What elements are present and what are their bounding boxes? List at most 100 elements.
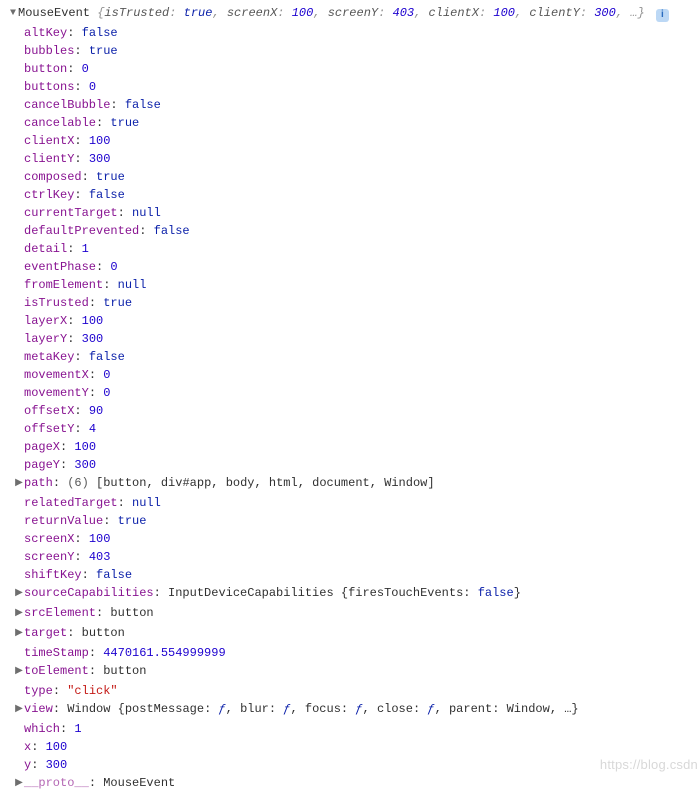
caps-class: InputDeviceCapabilities bbox=[168, 586, 341, 600]
property-row[interactable]: ▶sourceCapabilities: InputDeviceCapabili… bbox=[0, 584, 698, 604]
property-value: false bbox=[82, 26, 118, 40]
path-item: button bbox=[103, 476, 146, 490]
property-value: 100 bbox=[46, 740, 68, 754]
property-key: clientY bbox=[24, 152, 74, 166]
property-row: offsetX: 90 bbox=[0, 402, 698, 420]
property-row: clientX: 100 bbox=[0, 132, 698, 150]
expand-arrow-right-icon[interactable]: ▶ bbox=[14, 775, 24, 793]
property-key: isTrusted bbox=[24, 296, 89, 310]
property-key: pageX bbox=[24, 440, 60, 454]
property-key: which bbox=[24, 722, 60, 736]
property-row: currentTarget: null bbox=[0, 204, 698, 222]
property-key: cancelBubble bbox=[24, 98, 110, 112]
property-row: cancelable: true bbox=[0, 114, 698, 132]
property-row: bubbles: true bbox=[0, 42, 698, 60]
property-value: false bbox=[125, 98, 161, 112]
property-row: pageY: 300 bbox=[0, 456, 698, 474]
property-row[interactable]: ▶view: Window {postMessage: ƒ, blur: ƒ, … bbox=[0, 700, 698, 720]
property-row: relatedTarget: null bbox=[0, 494, 698, 512]
property-value: 300 bbox=[46, 758, 68, 772]
property-row: eventPhase: 0 bbox=[0, 258, 698, 276]
property-value: button bbox=[82, 626, 125, 640]
property-row[interactable]: ▶toElement: button bbox=[0, 662, 698, 682]
property-value: 300 bbox=[82, 332, 104, 346]
expand-arrow-right-icon[interactable]: ▶ bbox=[14, 663, 24, 681]
path-item: document bbox=[312, 476, 370, 490]
property-key: composed bbox=[24, 170, 82, 184]
property-key: layerX bbox=[24, 314, 67, 328]
property-key: eventPhase bbox=[24, 260, 96, 274]
property-value: 0 bbox=[103, 368, 110, 382]
property-key: movementY bbox=[24, 386, 89, 400]
summary-key: screenX bbox=[227, 6, 277, 20]
property-value: true bbox=[96, 170, 125, 184]
property-value: 300 bbox=[74, 458, 96, 472]
property-row: defaultPrevented: false bbox=[0, 222, 698, 240]
property-key: screenX bbox=[24, 532, 74, 546]
property-row: returnValue: true bbox=[0, 512, 698, 530]
property-key: toElement bbox=[24, 664, 89, 678]
summary-value: true bbox=[184, 6, 213, 20]
array-count: (6) bbox=[67, 476, 96, 490]
summary-key: screenY bbox=[328, 6, 378, 20]
property-row[interactable]: ▶path: (6) [button, div#app, body, html,… bbox=[0, 474, 698, 494]
property-key: shiftKey bbox=[24, 568, 82, 582]
object-header[interactable]: ▼MouseEvent {isTrusted: true, screenX: 1… bbox=[0, 4, 698, 24]
expand-arrow-right-icon[interactable]: ▶ bbox=[14, 605, 24, 623]
property-value: button bbox=[103, 664, 146, 678]
property-row: offsetY: 4 bbox=[0, 420, 698, 438]
property-key: button bbox=[24, 62, 67, 76]
console-object-dump: ▼MouseEvent {isTrusted: true, screenX: 1… bbox=[0, 0, 698, 800]
property-key: buttons bbox=[24, 80, 74, 94]
property-value: 100 bbox=[74, 440, 96, 454]
property-row: which: 1 bbox=[0, 720, 698, 738]
property-value: true bbox=[118, 514, 147, 528]
expand-arrow-down-icon[interactable]: ▼ bbox=[8, 5, 18, 23]
property-value: false bbox=[89, 188, 125, 202]
property-key: offsetX bbox=[24, 404, 74, 418]
property-row[interactable]: ▶__proto__: MouseEvent bbox=[0, 774, 698, 794]
property-row: altKey: false bbox=[0, 24, 698, 42]
property-value: null bbox=[132, 496, 161, 510]
property-value: null bbox=[118, 278, 147, 292]
property-value: button bbox=[110, 606, 153, 620]
view-class: Window bbox=[67, 702, 117, 716]
property-key: movementX bbox=[24, 368, 89, 382]
property-key: bubbles bbox=[24, 44, 74, 58]
property-row: clientY: 300 bbox=[0, 150, 698, 168]
property-key: altKey bbox=[24, 26, 67, 40]
expand-arrow-right-icon[interactable]: ▶ bbox=[14, 625, 24, 643]
property-value: 0 bbox=[110, 260, 117, 274]
property-key: ctrlKey bbox=[24, 188, 74, 202]
property-value: 0 bbox=[103, 386, 110, 400]
property-value: false bbox=[89, 350, 125, 364]
property-row[interactable]: ▶target: button bbox=[0, 624, 698, 644]
property-key: detail bbox=[24, 242, 67, 256]
property-key: timeStamp bbox=[24, 646, 89, 660]
property-row: movementY: 0 bbox=[0, 384, 698, 402]
property-key: sourceCapabilities bbox=[24, 586, 154, 600]
property-row: movementX: 0 bbox=[0, 366, 698, 384]
property-row: type: "click" bbox=[0, 682, 698, 700]
property-key: path bbox=[24, 476, 53, 490]
property-value: 1 bbox=[74, 722, 81, 736]
property-key: layerY bbox=[24, 332, 67, 346]
summary-key: clientX bbox=[429, 6, 479, 20]
watermark-text: https://blog.csdn bbox=[600, 756, 698, 774]
summary-value: 403 bbox=[393, 6, 415, 20]
info-icon[interactable]: i bbox=[656, 9, 669, 22]
property-key: fromElement bbox=[24, 278, 103, 292]
property-key: clientX bbox=[24, 134, 74, 148]
property-row[interactable]: ▶srcElement: button bbox=[0, 604, 698, 624]
summary-value: 100 bbox=[493, 6, 515, 20]
property-row: ctrlKey: false bbox=[0, 186, 698, 204]
property-value: 100 bbox=[82, 314, 104, 328]
property-value: 300 bbox=[89, 152, 111, 166]
expand-arrow-right-icon[interactable]: ▶ bbox=[14, 585, 24, 603]
summary-key: clientY bbox=[529, 6, 579, 20]
property-key: returnValue bbox=[24, 514, 103, 528]
expand-arrow-right-icon[interactable]: ▶ bbox=[14, 701, 24, 719]
property-list: altKey: falsebubbles: truebutton: 0butto… bbox=[0, 24, 698, 794]
path-item: html bbox=[269, 476, 298, 490]
expand-arrow-right-icon[interactable]: ▶ bbox=[14, 475, 24, 493]
